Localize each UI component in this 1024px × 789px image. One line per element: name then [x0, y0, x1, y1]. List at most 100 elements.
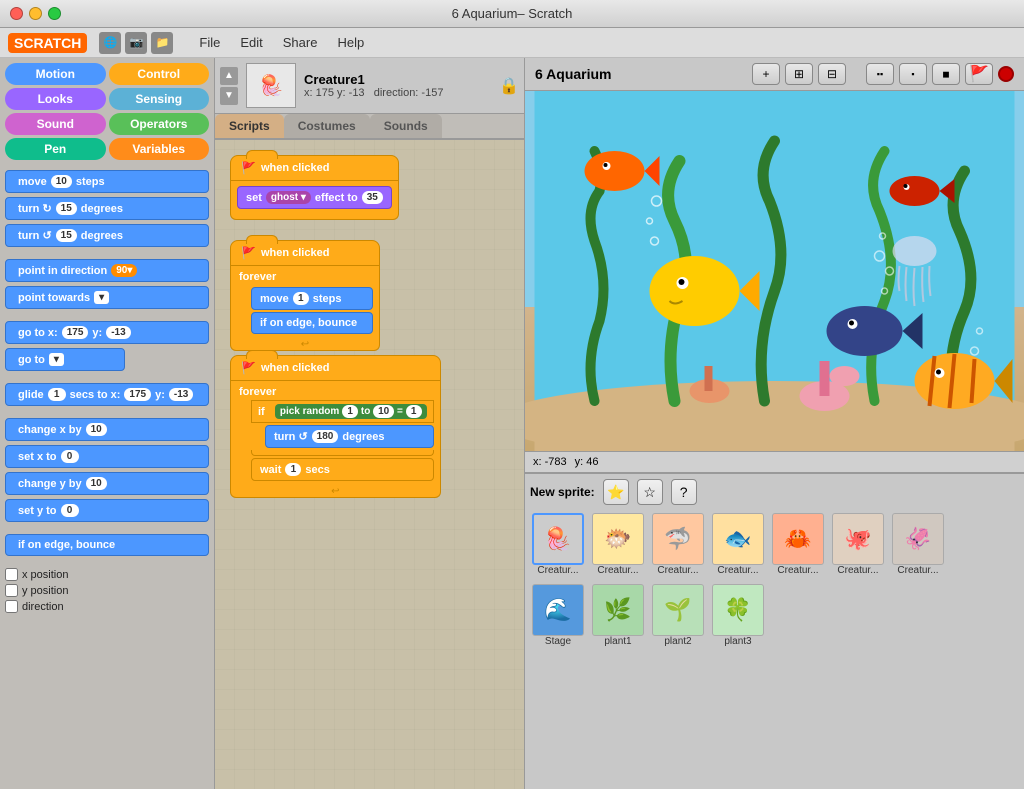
sprite-thumb-stage: 🌊 — [532, 584, 584, 636]
script-block-turn[interactable]: turn ↺ 180 degrees — [265, 425, 434, 448]
block-glide[interactable]: glide 1 secs to x: 175 y: -13 — [5, 383, 209, 406]
menu-share[interactable]: Share — [275, 32, 326, 53]
lock-icon: 🔒 — [499, 76, 519, 96]
window-controls[interactable] — [10, 7, 61, 20]
globe-icon[interactable]: 🌐 — [99, 32, 121, 54]
sprite-thumb-plant2: 🌱 — [652, 584, 704, 636]
sprite-item-plant3[interactable]: 🍀 plant3 — [710, 582, 766, 649]
menu-file[interactable]: File — [191, 32, 228, 53]
sprite-item-creature2[interactable]: 🐡 Creatur... — [590, 511, 646, 578]
block-if-on-edge[interactable]: if on edge, bounce — [5, 534, 209, 556]
checkbox-y-position-input[interactable] — [5, 584, 18, 597]
sprites-row-2: 🌊 Stage 🌿 plant1 🌱 plant2 🍀 plant3 — [530, 582, 1019, 649]
sprite-item-stage[interactable]: 🌊 Stage — [530, 582, 586, 649]
checkbox-direction-input[interactable] — [5, 600, 18, 613]
stage-footer: x: -783 y: 46 — [525, 451, 1024, 472]
sprite-item-creature1[interactable]: 🪼 Creatur... — [530, 511, 586, 578]
category-grid: Motion Control Looks Sensing Sound Opera… — [0, 58, 214, 165]
sprite-item-plant2[interactable]: 🌱 plant2 — [650, 582, 706, 649]
add-sprite-paint[interactable]: ☆ — [637, 479, 663, 505]
stage-title: 6 Aquarium — [535, 66, 752, 82]
camera-icon[interactable]: 📷 — [125, 32, 147, 54]
zoom-in-button[interactable]: + — [752, 63, 780, 85]
block-point-direction[interactable]: point in direction 90▾ — [5, 259, 209, 282]
minimize-button[interactable] — [29, 7, 42, 20]
sprite-item-plant1[interactable]: 🌿 plant1 — [590, 582, 646, 649]
sprite-label-stage: Stage — [545, 636, 571, 647]
tabs-bar: Scripts Costumes Sounds — [215, 114, 524, 140]
add-sprite-from-library[interactable]: ⭐ — [603, 479, 629, 505]
category-sound[interactable]: Sound — [5, 113, 106, 135]
menu-help[interactable]: Help — [329, 32, 372, 53]
checkbox-y-position[interactable]: y position — [5, 584, 209, 597]
window-title: 6 Aquarium– Scratch — [452, 6, 573, 21]
scripts-area[interactable]: 🚩 when clicked set ghost ▾ effect to 35 … — [215, 140, 524, 789]
category-pen[interactable]: Pen — [5, 138, 106, 160]
sprite-thumb-creature3: 🦈 — [652, 513, 704, 565]
checkbox-x-position[interactable]: x position — [5, 568, 209, 581]
block-turn-cw[interactable]: turn ↻ 15 degrees — [5, 197, 209, 220]
scratch-logo: SCRATCH — [8, 33, 87, 53]
category-variables[interactable]: Variables — [109, 138, 210, 160]
script-hat-2[interactable]: 🚩 when clicked — [230, 240, 380, 266]
block-set-y[interactable]: set y to 0 — [5, 499, 209, 522]
sprite-label-creature7: Creatur... — [897, 565, 938, 576]
close-button[interactable] — [10, 7, 23, 20]
script-block-if[interactable]: if pick random 1 to 10 = 1 — [251, 400, 434, 423]
tab-costumes[interactable]: Costumes — [284, 114, 370, 138]
stage-canvas — [525, 91, 1024, 451]
stage-normal-button[interactable]: ▪ — [899, 63, 927, 85]
script-block-move-1[interactable]: move 1 steps — [251, 287, 373, 310]
block-go-to-xy[interactable]: go to x: 175 y: -13 — [5, 321, 209, 344]
tab-scripts[interactable]: Scripts — [215, 114, 284, 138]
checkbox-x-position-input[interactable] — [5, 568, 18, 581]
zoom-fit-button[interactable]: ⊞ — [785, 63, 813, 85]
sprite-thumb-creature2: 🐡 — [592, 513, 644, 565]
sprite-item-creature7[interactable]: 🦑 Creatur... — [890, 511, 946, 578]
script-block-bounce[interactable]: if on edge, bounce — [251, 312, 373, 334]
sprite-label-creature2: Creatur... — [597, 565, 638, 576]
block-turn-ccw[interactable]: turn ↺ 15 degrees — [5, 224, 209, 247]
script-block-wait[interactable]: wait 1 secs — [251, 458, 434, 481]
category-operators[interactable]: Operators — [109, 113, 210, 135]
stage-fullscreen-button[interactable]: ◼ — [932, 63, 960, 85]
block-point-towards[interactable]: point towards ▾ — [5, 286, 209, 309]
green-flag-button[interactable]: 🚩 — [965, 63, 993, 85]
sprite-item-creature6[interactable]: 🐙 Creatur... — [830, 511, 886, 578]
script-hat-3[interactable]: 🚩 when clicked — [230, 355, 441, 381]
zoom-out-button[interactable]: ⊟ — [818, 63, 846, 85]
sprite-item-creature4[interactable]: 🐟 Creatur... — [710, 511, 766, 578]
checkbox-y-label: y position — [22, 585, 68, 597]
category-motion[interactable]: Motion — [5, 63, 106, 85]
block-go-to[interactable]: go to ▾ — [5, 348, 125, 371]
folder-icon[interactable]: 📁 — [151, 32, 173, 54]
menubar: SCRATCH 🌐 📷 📁 File Edit Share Help — [0, 28, 1024, 58]
maximize-button[interactable] — [48, 7, 61, 20]
sprite-item-creature3[interactable]: 🦈 Creatur... — [650, 511, 706, 578]
sprite-nav-up[interactable]: ▲ — [220, 67, 238, 85]
sprite-label-creature3: Creatur... — [657, 565, 698, 576]
script-block-set-effect[interactable]: set ghost ▾ effect to 35 — [237, 186, 392, 209]
add-sprite-surprise[interactable]: ? — [671, 479, 697, 505]
category-sensing[interactable]: Sensing — [109, 88, 210, 110]
sprite-label-creature4: Creatur... — [717, 565, 758, 576]
stage-small-button[interactable]: ▪▪ — [866, 63, 894, 85]
script-body-1: set ghost ▾ effect to 35 — [230, 181, 399, 214]
sprite-tray: New sprite: ⭐ ☆ ? 🪼 Creatur... 🐡 Creatur… — [525, 472, 1024, 789]
block-change-y[interactable]: change y by 10 — [5, 472, 209, 495]
category-control[interactable]: Control — [109, 63, 210, 85]
script-hat-1[interactable]: 🚩 when clicked — [230, 155, 399, 181]
tab-sounds[interactable]: Sounds — [370, 114, 442, 138]
sprite-nav-down[interactable]: ▼ — [220, 87, 238, 105]
stop-button[interactable] — [998, 66, 1014, 82]
block-set-x[interactable]: set x to 0 — [5, 445, 209, 468]
sprite-info: Creature1 x: 175 y: -13 direction: -157 — [304, 72, 491, 99]
menu-edit[interactable]: Edit — [232, 32, 270, 53]
checkbox-direction[interactable]: direction — [5, 600, 209, 613]
stage-coord-y: y: 46 — [575, 456, 599, 468]
sprite-item-creature5[interactable]: 🦀 Creatur... — [770, 511, 826, 578]
block-change-x[interactable]: change x by 10 — [5, 418, 209, 441]
block-move[interactable]: move 10 steps — [5, 170, 209, 193]
sprite-label-creature6: Creatur... — [837, 565, 878, 576]
category-looks[interactable]: Looks — [5, 88, 106, 110]
